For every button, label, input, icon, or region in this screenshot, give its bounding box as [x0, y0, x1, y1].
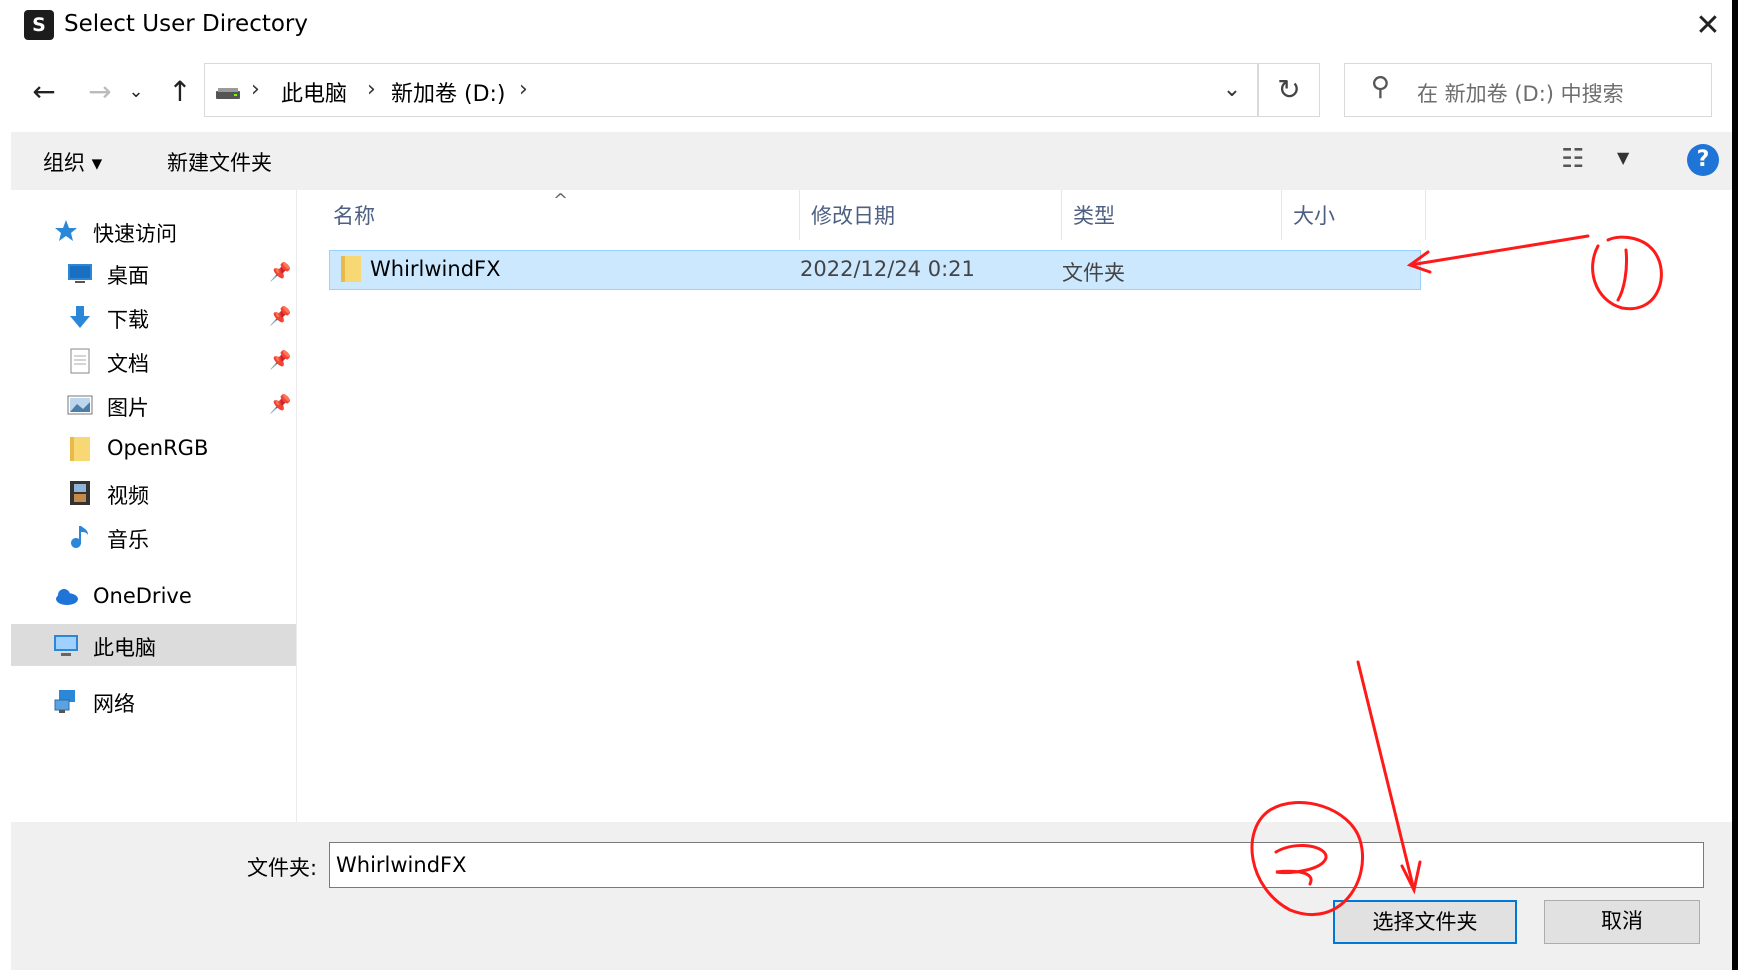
column-divider[interactable] [1281, 190, 1282, 240]
column-header-date[interactable]: 修改日期 [811, 200, 895, 230]
breadcrumb-separator: › [367, 77, 376, 102]
sidebar-item-label: 图片 [107, 396, 149, 420]
recent-locations-button[interactable]: ⌄ [126, 73, 146, 111]
command-bar: 组织 ▾ 新建文件夹 ☷ ▼ ? [11, 132, 1732, 190]
close-button[interactable]: ✕ [1688, 6, 1728, 46]
view-options-icon[interactable]: ☷ [1561, 144, 1584, 174]
sidebar-item-network[interactable]: 网络 [11, 680, 296, 722]
sidebar-item-music[interactable]: 音乐 [11, 516, 296, 558]
onedrive-icon [56, 589, 78, 605]
folder-icon [70, 437, 90, 461]
column-header-name[interactable]: 名称 [333, 200, 375, 230]
video-icon [70, 481, 90, 505]
network-icon [54, 690, 75, 713]
sidebar-item-label: 下载 [107, 308, 149, 332]
pin-icon: 📌 [269, 350, 292, 371]
breadcrumb-drive-d[interactable]: 新加卷 (D:) [391, 76, 506, 108]
file-type: 文件夹 [1062, 261, 1125, 285]
column-divider[interactable] [1425, 190, 1426, 240]
sidebar-item-label: 快速访问 [93, 222, 177, 246]
folder-name-input[interactable] [329, 842, 1704, 888]
address-bar[interactable]: › 此电脑 › 新加卷 (D:) › [204, 63, 1258, 117]
window-title: Select User Directory [64, 11, 309, 37]
file-date: 2022/12/24 0:21 [800, 257, 975, 281]
music-icon [71, 526, 88, 548]
pin-icon: 📌 [269, 262, 292, 283]
address-dropdown-button[interactable]: ⌄ [1206, 63, 1258, 117]
pin-icon: 📌 [269, 306, 292, 327]
drive-icon [216, 88, 240, 99]
column-header-size[interactable]: 大小 [1293, 200, 1335, 230]
sort-ascending-icon: ^ [553, 190, 569, 211]
breadcrumb-this-pc[interactable]: 此电脑 [281, 76, 347, 108]
refresh-button[interactable]: ↻ [1258, 63, 1320, 117]
sidebar-item-openrgb[interactable]: OpenRGB [11, 428, 296, 470]
sidebar-item-label: OpenRGB [107, 436, 209, 460]
sidebar-item-label: 网络 [93, 692, 135, 716]
column-divider[interactable] [1061, 190, 1062, 240]
search-box[interactable]: ⚲ 在 新加卷 (D:) 中搜索 [1344, 63, 1712, 117]
sidebar-item-label: 此电脑 [93, 636, 156, 660]
search-placeholder: 在 新加卷 (D:) 中搜索 [1417, 82, 1624, 106]
breadcrumb-separator[interactable]: › [519, 77, 528, 102]
file-dialog: S Select User Directory ✕ ← → ⌄ ↑ › 此电脑 … [0, 0, 1732, 970]
organize-button[interactable]: 组织 ▾ [43, 147, 102, 177]
sidebar-item-label: OneDrive [93, 584, 192, 608]
sidebar-item-label: 音乐 [107, 528, 149, 552]
download-icon [70, 306, 90, 328]
folder-field-label: 文件夹: [247, 856, 318, 880]
sidebar-item-this-pc[interactable]: 此电脑 [11, 624, 296, 666]
sidebar-item-documents[interactable]: 文档 📌 [11, 340, 296, 382]
column-divider[interactable] [799, 190, 800, 240]
view-dropdown-icon[interactable]: ▼ [1617, 148, 1629, 167]
sidebar-item-label: 桌面 [107, 264, 149, 288]
forward-button[interactable]: → [82, 73, 118, 111]
sidebar-item-downloads[interactable]: 下载 📌 [11, 296, 296, 338]
select-folder-button[interactable]: 选择文件夹 [1333, 900, 1517, 944]
table-row[interactable]: WhirlwindFX 2022/12/24 0:21 文件夹 [329, 250, 1421, 290]
sidebar-item-quick-access[interactable]: 快速访问 [11, 210, 296, 252]
document-icon [70, 348, 90, 374]
navigation-pane: 快速访问 桌面 📌 下载 📌 文档 📌 图片 📌 OpenRGB 视频 音乐 O… [11, 190, 297, 822]
cancel-button[interactable]: 取消 [1544, 900, 1700, 944]
search-icon: ⚲ [1371, 72, 1391, 102]
help-button[interactable]: ? [1687, 144, 1719, 176]
footer-panel: 文件夹: 选择文件夹 取消 [11, 822, 1732, 970]
file-name: WhirlwindFX [370, 257, 501, 281]
sidebar-item-videos[interactable]: 视频 [11, 472, 296, 514]
breadcrumb-separator: › [251, 77, 260, 102]
desktop-icon [68, 264, 92, 283]
sidebar-item-label: 文档 [107, 352, 149, 376]
sidebar-item-desktop[interactable]: 桌面 📌 [11, 252, 296, 294]
back-button[interactable]: ← [26, 73, 62, 111]
sidebar-item-pictures[interactable]: 图片 📌 [11, 384, 296, 426]
file-list: ^ 名称 修改日期 类型 大小 WhirlwindFX 2022/12/24 0… [297, 190, 1732, 822]
pin-icon: 📌 [269, 394, 292, 415]
up-button[interactable]: ↑ [162, 73, 198, 111]
sidebar-item-onedrive[interactable]: OneDrive [11, 576, 296, 618]
new-folder-button[interactable]: 新建文件夹 [167, 147, 272, 177]
folder-icon [341, 256, 361, 282]
pictures-icon [67, 395, 93, 415]
app-icon: S [24, 10, 54, 40]
column-header-type[interactable]: 类型 [1073, 200, 1115, 230]
title-bar: S Select User Directory ✕ [0, 0, 1732, 52]
star-icon [55, 220, 77, 241]
computer-icon [54, 635, 78, 656]
sidebar-item-label: 视频 [107, 484, 149, 508]
